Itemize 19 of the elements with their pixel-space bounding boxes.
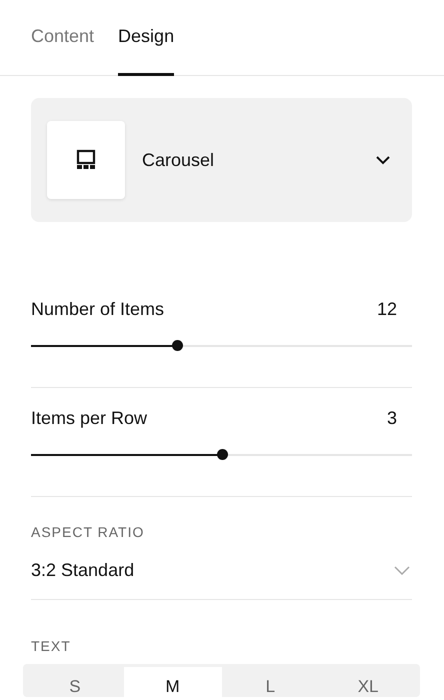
- slider-label: Number of Items: [31, 299, 164, 320]
- size-option[interactable]: XL: [319, 667, 417, 697]
- aspect-ratio-select[interactable]: 3:2 Standard: [31, 560, 412, 581]
- slider-value: 12: [376, 299, 397, 320]
- slider-thumb[interactable]: [172, 340, 184, 351]
- section-label: TEXT: [31, 638, 72, 654]
- tab[interactable]: Design: [118, 0, 174, 76]
- carousel-icon: [75, 149, 97, 171]
- chevron-down-icon: [376, 156, 390, 164]
- slider-thumb[interactable]: [216, 449, 228, 460]
- size-option[interactable]: M: [124, 667, 222, 697]
- size-option[interactable]: S: [26, 667, 124, 697]
- slider-label: Items per Row: [31, 408, 148, 429]
- chevron-down-icon: [394, 566, 410, 575]
- layout-picker[interactable]: Carousel: [31, 98, 412, 222]
- section-label: ASPECT RATIO: [31, 524, 146, 540]
- tab[interactable]: Content: [31, 0, 94, 76]
- slider-value: 3: [386, 408, 397, 429]
- size-option[interactable]: L: [222, 667, 320, 697]
